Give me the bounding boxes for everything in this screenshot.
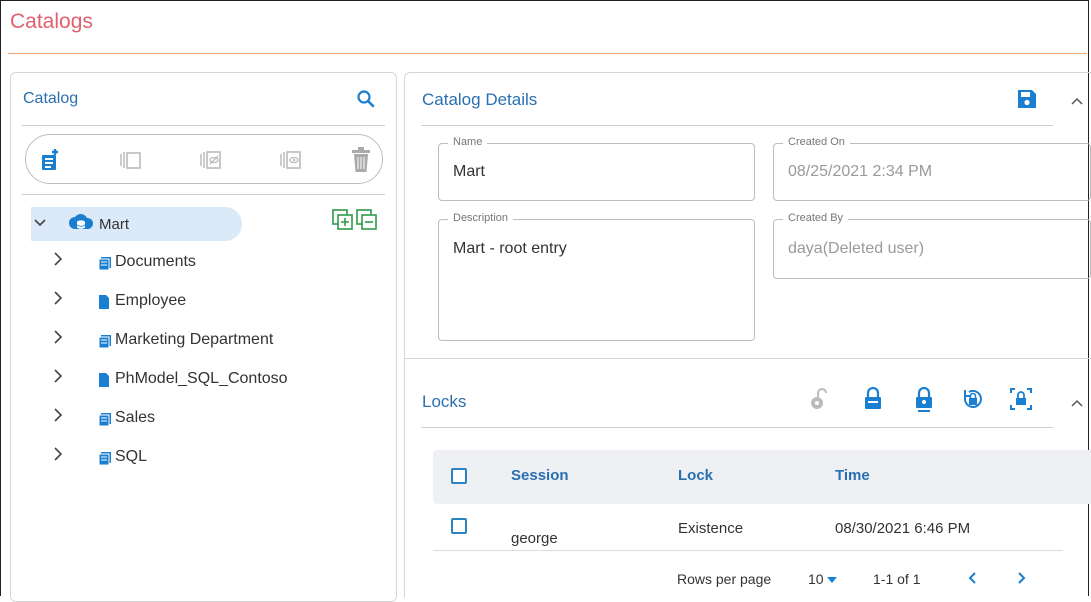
next-page-icon[interactable] — [1015, 570, 1027, 589]
catalog-panel: Catalog Mart Documents Employee Marketin… — [10, 72, 397, 602]
cell-session: george — [511, 530, 558, 547]
description-field-label: Description — [448, 212, 514, 224]
tree-item-label: Employee — [115, 292, 187, 309]
rows-per-page-label: Rows per page — [677, 571, 772, 587]
tree-item-label: Documents — [115, 253, 196, 270]
chevron-right-icon[interactable] — [51, 290, 65, 311]
description-field-value: Mart - root entry — [453, 240, 567, 257]
name-field-value: Mart — [453, 163, 485, 180]
search-icon[interactable] — [356, 89, 376, 114]
tree-item-label: PhModel_SQL_Contoso — [115, 370, 288, 387]
checkout-icon[interactable] — [118, 147, 144, 173]
new-catalog-icon[interactable] — [38, 147, 64, 173]
rows-per-page-value: 10 — [808, 571, 824, 587]
hide-icon[interactable] — [198, 147, 224, 173]
divider — [22, 125, 385, 126]
chevron-right-icon[interactable] — [51, 329, 65, 350]
lock-user-icon[interactable] — [914, 386, 934, 418]
show-icon[interactable] — [278, 147, 304, 173]
name-field[interactable]: Name Mart — [438, 136, 755, 201]
unlock-icon[interactable] — [809, 387, 831, 416]
title-divider — [8, 53, 1087, 54]
database-icon — [68, 213, 94, 238]
chevron-up-icon[interactable] — [1070, 95, 1084, 114]
divider — [421, 125, 1053, 126]
cell-time: 08/30/2021 6:46 PM — [835, 520, 971, 537]
chevron-right-icon[interactable] — [51, 407, 65, 428]
folder-icon — [98, 334, 112, 353]
collapse-all-icon[interactable] — [356, 209, 378, 236]
tree-item-label: Marketing Department — [115, 331, 274, 348]
catalog-toolbar — [25, 134, 383, 184]
tree-node-label: Mart — [99, 216, 129, 233]
save-icon[interactable] — [1017, 89, 1037, 114]
cell-lock: Existence — [678, 520, 744, 537]
folder-icon — [98, 256, 112, 275]
chevron-right-icon[interactable] — [51, 251, 65, 272]
select-all-checkbox[interactable] — [451, 468, 467, 484]
catalog-details-title: Catalog Details — [422, 90, 538, 109]
page-title: Catalogs — [10, 10, 93, 33]
locks-panel: Locks Session Lock Time george Existence… — [404, 358, 1091, 598]
previous-page-icon[interactable] — [967, 570, 979, 589]
expand-all-icon[interactable] — [332, 209, 354, 236]
created-by-field: Created By daya(Deleted user) — [773, 212, 1091, 279]
rows-per-page-select[interactable]: 10 — [808, 571, 838, 587]
tree-expand-controls — [332, 209, 378, 236]
file-icon — [98, 295, 110, 314]
locks-title: Locks — [422, 392, 467, 411]
created-on-field: Created On 08/25/2021 2:34 PM — [773, 136, 1091, 201]
caret-down-icon — [827, 571, 838, 587]
folder-icon — [98, 412, 112, 431]
tree-item-label: Sales — [115, 409, 156, 426]
divider — [22, 194, 385, 195]
divider — [421, 427, 1053, 428]
created-by-label: Created By — [783, 212, 849, 224]
created-on-label: Created On — [783, 136, 850, 148]
chevron-down-icon[interactable] — [33, 216, 47, 235]
description-field[interactable]: Description Mart - root entry — [438, 212, 755, 341]
divider — [433, 550, 1063, 551]
chevron-right-icon[interactable] — [51, 446, 65, 467]
folder-icon — [98, 451, 112, 470]
table-header: Session Lock Time — [433, 450, 1091, 504]
chevron-up-icon[interactable] — [1070, 397, 1084, 416]
catalog-details-panel: Catalog Details Name Mart Description Ma… — [404, 72, 1091, 359]
name-field-label: Name — [448, 136, 488, 148]
lock-refresh-icon[interactable] — [962, 387, 984, 416]
column-header-lock[interactable]: Lock — [678, 467, 713, 484]
tree-node-root[interactable]: Mart — [31, 207, 242, 241]
lock-focus-icon[interactable] — [1010, 387, 1032, 416]
column-header-session[interactable]: Session — [511, 467, 569, 484]
page-range: 1-1 of 1 — [873, 571, 921, 587]
catalog-panel-title: Catalog — [23, 90, 79, 107]
created-by-value: daya(Deleted user) — [788, 240, 925, 257]
lock-icon[interactable] — [863, 386, 883, 416]
delete-icon[interactable] — [348, 147, 374, 173]
tree-item-label: SQL — [115, 448, 148, 465]
created-on-value: 08/25/2021 2:34 PM — [788, 163, 933, 180]
column-header-time[interactable]: Time — [835, 467, 870, 484]
file-icon — [98, 373, 110, 392]
row-checkbox[interactable] — [451, 518, 467, 534]
chevron-right-icon[interactable] — [51, 368, 65, 389]
